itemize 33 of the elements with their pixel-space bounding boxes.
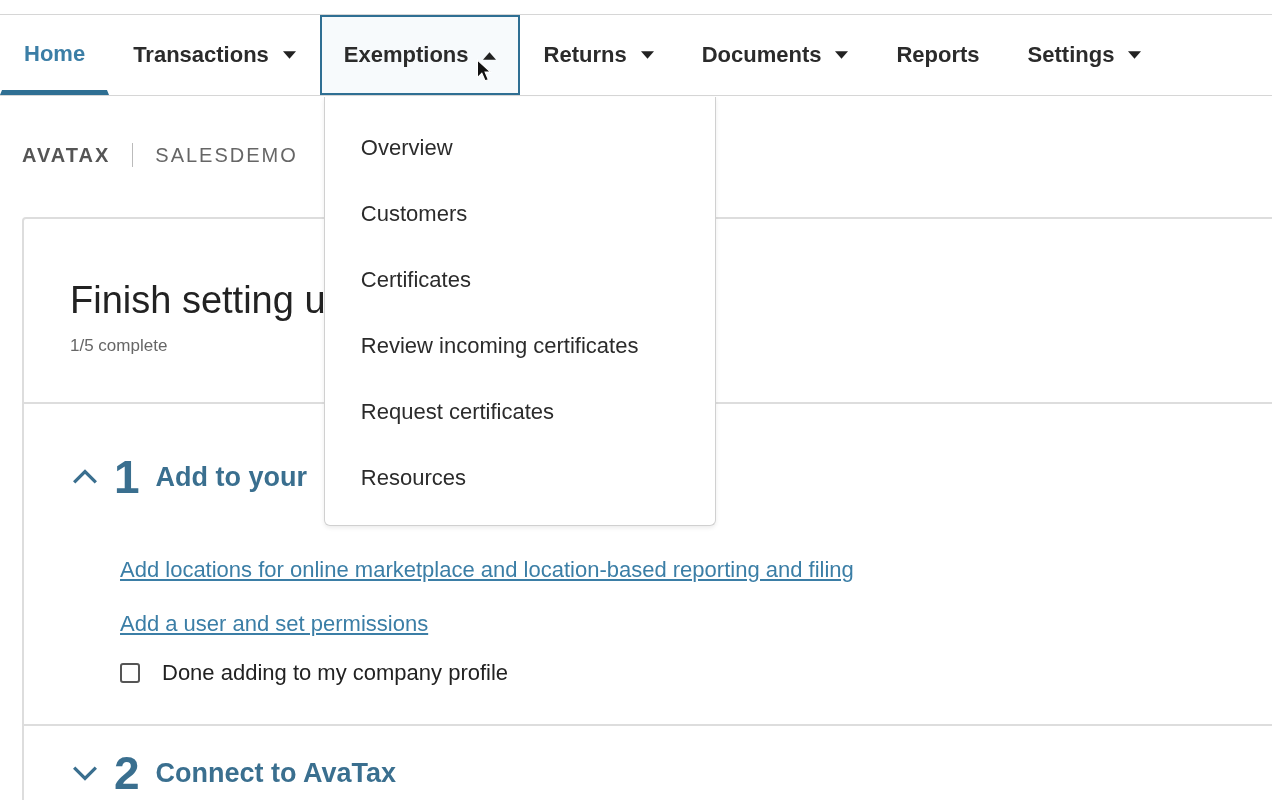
caret-icon: [282, 50, 296, 60]
nav-tab[interactable]: Returns: [519, 15, 678, 95]
nav-tab[interactable]: Transactions: [109, 15, 320, 95]
step-number: 1: [114, 450, 140, 504]
company-name: SALESDEMO: [155, 143, 298, 167]
step-title[interactable]: Add to your: [155, 461, 308, 493]
caret-icon: [482, 50, 496, 60]
caret-icon: [640, 50, 654, 60]
menu-item[interactable]: Request certificates: [324, 379, 715, 445]
checkbox[interactable]: [120, 663, 140, 683]
nav-tab[interactable]: Reports: [872, 15, 1004, 95]
step-title[interactable]: Connect to AvaTax: [155, 757, 397, 789]
menu-item[interactable]: Resources: [324, 445, 715, 511]
nav-tab[interactable]: Exemptions: [319, 15, 520, 95]
card-title: Finish setting u: [70, 279, 326, 322]
nav-tab[interactable]: Settings: [1003, 15, 1166, 95]
menu-item[interactable]: Review incoming certificates: [324, 313, 715, 379]
chevron-icon[interactable]: [72, 765, 98, 781]
menu-item[interactable]: Customers: [324, 181, 715, 247]
product-name: AVATAX: [22, 143, 111, 167]
link[interactable]: Add a user and set permissions: [120, 606, 429, 642]
progress-text: 1/5 complete: [70, 336, 168, 356]
caret-icon: [1128, 50, 1142, 60]
link[interactable]: Add locations for online marketplace and location-based reporting and filing: [120, 552, 854, 588]
caret-icon: [835, 50, 849, 60]
nav-tab[interactable]: Home: [0, 15, 110, 95]
checkbox-label: Done adding to my company profile: [162, 660, 509, 686]
menu-item[interactable]: Certificates: [324, 247, 715, 313]
nav-tab[interactable]: Documents: [677, 15, 873, 95]
step-number: 2: [114, 746, 140, 800]
chevron-icon[interactable]: [72, 469, 98, 485]
menu-item[interactable]: Overview: [324, 115, 715, 181]
mouse-pointer-icon: [475, 59, 492, 83]
